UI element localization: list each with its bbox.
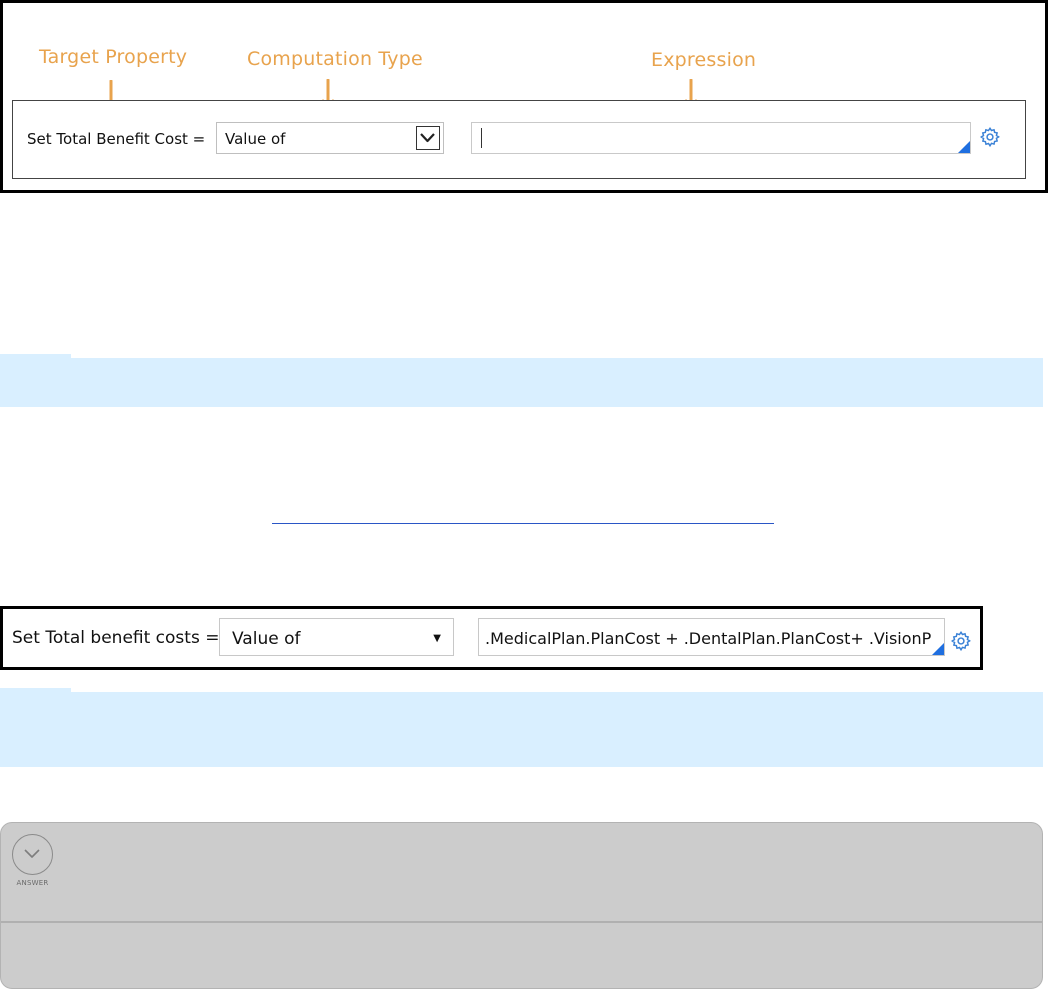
annotation-expression: Expression — [651, 49, 757, 71]
completed-rule-figure: Set Total benefit costs = Value of ▼ .Me… — [0, 606, 983, 670]
expand-circle-icon — [24, 849, 40, 858]
expression-value: .MedicalPlan.PlanCost + .DentalPlan.Plan… — [485, 629, 932, 648]
expression-input[interactable] — [471, 122, 971, 154]
note-tab — [0, 354, 71, 359]
answer-panel: ANSWER — [0, 822, 1043, 989]
expression-input[interactable]: .MedicalPlan.PlanCost + .DentalPlan.Plan… — [478, 618, 945, 656]
note-tab — [0, 688, 71, 693]
computation-type-value: Value of — [225, 130, 286, 148]
answer-toggle-button[interactable] — [12, 834, 53, 875]
chevron-down-icon[interactable] — [416, 126, 440, 150]
answer-divider — [1, 921, 1042, 923]
annotation-computation-type: Computation Type — [247, 48, 423, 70]
expand-corner-icon[interactable] — [932, 643, 944, 655]
hyperlink-underline[interactable] — [272, 523, 774, 524]
note-callout — [0, 354, 1043, 407]
computation-type-select[interactable]: Value of ▼ — [219, 618, 454, 656]
annotation-target-property: Target Property — [39, 46, 188, 68]
target-property-label: Set Total benefit costs = — [12, 628, 220, 648]
set-property-rule-row: Set Total Benefit Cost = Value of — [12, 100, 1026, 179]
gear-icon[interactable] — [979, 126, 1001, 148]
dropdown-triangle-icon[interactable]: ▼ — [433, 633, 441, 644]
answer-toggle-label: ANSWER — [16, 879, 49, 887]
target-property-label: Set Total Benefit Cost = — [27, 130, 206, 148]
computation-type-value: Value of — [232, 629, 301, 649]
annotated-rule-figure: Target Property Computation Type Express… — [0, 0, 1048, 193]
expand-corner-icon[interactable] — [958, 141, 970, 153]
text-caret — [481, 128, 482, 148]
computation-type-select[interactable]: Value of — [216, 122, 444, 154]
gear-icon[interactable] — [950, 630, 972, 652]
note-callout — [0, 688, 1043, 767]
